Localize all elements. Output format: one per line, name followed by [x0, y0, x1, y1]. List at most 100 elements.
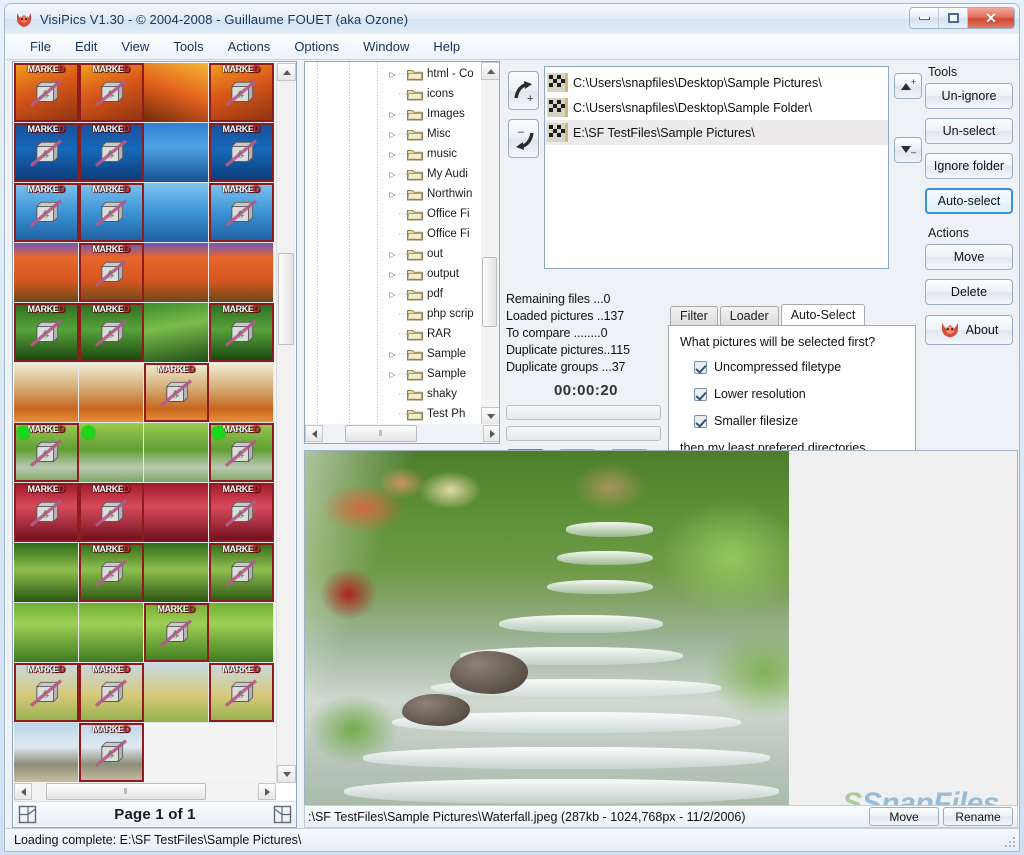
expand-arrow-icon[interactable]: ▷: [387, 150, 398, 159]
expand-arrow-icon[interactable]: ▷: [387, 290, 398, 299]
expand-arrow-icon[interactable]: ▷: [387, 370, 398, 379]
checkbox-smaller-filesize[interactable]: [694, 415, 707, 428]
option-uncompressed-filetype[interactable]: Uncompressed filetype: [694, 360, 904, 374]
remove-folder-button[interactable]: –: [508, 119, 539, 158]
tree-item[interactable]: ⋯Test Ph: [387, 404, 483, 424]
tree-item[interactable]: ⋯php scrip: [387, 304, 483, 324]
search-path-item[interactable]: C:\Users\snapfiles\Desktop\Sample Pictur…: [545, 70, 888, 95]
thumbnail-item[interactable]: MARKED: [79, 243, 144, 302]
tree-item[interactable]: ▷⋯output: [387, 264, 483, 284]
menu-actions[interactable]: Actions: [216, 36, 283, 57]
expand-arrow-icon[interactable]: ▷: [387, 130, 398, 139]
checkbox-lower-resolution[interactable]: [694, 388, 707, 401]
thumbnail-item[interactable]: MARKED: [79, 663, 144, 722]
tree-item[interactable]: ▷⋯Northwin: [387, 184, 483, 204]
expand-arrow-icon[interactable]: ▷: [387, 190, 398, 199]
tree-item-list[interactable]: ▷⋯html - Co⋯icons▷⋯Images▷⋯Misc▷⋯music▷⋯…: [387, 64, 483, 424]
thumbnail-item[interactable]: MARKED: [144, 363, 209, 422]
thumbnail-item[interactable]: MARKED: [79, 723, 144, 782]
tree-vertical-scrollbar[interactable]: [481, 62, 499, 425]
move-path-up-button[interactable]: +: [894, 73, 922, 99]
menu-tools[interactable]: Tools: [161, 36, 215, 57]
thumbnail-item[interactable]: MARKED: [79, 543, 144, 602]
tree-scroll-left-button[interactable]: [305, 425, 323, 442]
preview-move-button[interactable]: Move: [869, 807, 939, 826]
thumbnail-item[interactable]: [14, 363, 79, 422]
expand-arrow-icon[interactable]: ▷: [387, 170, 398, 179]
thumbnail-item[interactable]: [144, 123, 209, 182]
thumbnail-item[interactable]: [144, 543, 209, 602]
thumbnail-item[interactable]: [144, 663, 209, 722]
add-folder-button[interactable]: +: [508, 71, 539, 110]
scroll-right-button[interactable]: [258, 783, 276, 800]
thumbnail-item[interactable]: MARKED: [79, 303, 144, 362]
menu-help[interactable]: Help: [421, 36, 472, 57]
tab-loader[interactable]: Loader: [720, 306, 779, 325]
thumbnail-item[interactable]: [14, 723, 79, 782]
thumbnail-item[interactable]: MARKED: [209, 183, 274, 242]
menu-options[interactable]: Options: [282, 36, 351, 57]
tree-horizontal-scrollbar[interactable]: ⦀: [305, 424, 500, 443]
scrollbar-thumb[interactable]: [278, 253, 294, 345]
expand-arrow-icon[interactable]: ▷: [387, 350, 398, 359]
tree-scrollbar-thumb[interactable]: [482, 257, 497, 327]
tree-item[interactable]: ⋯icons: [387, 84, 483, 104]
maximize-button[interactable]: [939, 8, 968, 28]
tree-item[interactable]: ⋯Office Fi: [387, 224, 483, 244]
thumbnail-item[interactable]: MARKED: [14, 183, 79, 242]
folder-tree-pane[interactable]: ▷⋯html - Co⋯icons▷⋯Images▷⋯Misc▷⋯music▷⋯…: [304, 61, 500, 444]
thumbnail-item[interactable]: [144, 243, 209, 302]
thumbnail-item[interactable]: [144, 183, 209, 242]
thumbnail-item[interactable]: [79, 603, 144, 662]
expand-arrow-icon[interactable]: ▷: [387, 270, 398, 279]
search-path-item[interactable]: C:\Users\snapfiles\Desktop\Sample Folder…: [545, 95, 888, 120]
thumbnail-item[interactable]: MARKED: [209, 543, 274, 602]
menu-view[interactable]: View: [109, 36, 161, 57]
scroll-left-button[interactable]: [14, 783, 32, 800]
search-path-list[interactable]: C:\Users\snapfiles\Desktop\Sample Pictur…: [544, 66, 889, 269]
tree-item[interactable]: ▷⋯Sample: [387, 364, 483, 384]
thumbnail-item[interactable]: [14, 603, 79, 662]
expand-arrow-icon[interactable]: ▷: [387, 70, 398, 79]
thumbnail-item[interactable]: MARKED: [14, 483, 79, 542]
tab-filter[interactable]: Filter: [670, 306, 718, 325]
tree-scroll-up-button[interactable]: [481, 62, 500, 80]
thumbnail-item[interactable]: [209, 243, 274, 302]
thumbnail-item[interactable]: MARKED: [79, 183, 144, 242]
hscrollbar-thumb[interactable]: ⦀: [46, 783, 206, 800]
menu-edit[interactable]: Edit: [63, 36, 109, 57]
tree-item[interactable]: ▷⋯Misc: [387, 124, 483, 144]
minimize-button[interactable]: [910, 8, 939, 28]
thumbnail-item[interactable]: MARKED: [14, 423, 79, 482]
checkbox-uncompressed-filetype[interactable]: [694, 361, 707, 374]
about-button[interactable]: About: [925, 315, 1013, 345]
thumbnail-grid[interactable]: MARKEDMARKEDMARKEDMARKEDMARKEDMARKEDMARK…: [14, 63, 276, 783]
tree-item[interactable]: ▷⋯Images: [387, 104, 483, 124]
thumbnail-item[interactable]: [144, 423, 209, 482]
un-ignore-button[interactable]: Un-ignore: [925, 83, 1013, 109]
thumbnail-item[interactable]: [209, 363, 274, 422]
move-path-down-button[interactable]: –: [894, 137, 922, 163]
thumbnail-item[interactable]: [144, 63, 209, 122]
thumbnail-item[interactable]: MARKED: [209, 663, 274, 722]
expand-arrow-icon[interactable]: ▷: [387, 110, 398, 119]
preview-image-waterfall[interactable]: [305, 451, 789, 808]
thumbnail-item[interactable]: MARKED: [79, 483, 144, 542]
thumbnail-item[interactable]: MARKED: [209, 63, 274, 122]
thumbnail-horizontal-scrollbar[interactable]: ⦀: [14, 782, 276, 801]
tab-auto-select[interactable]: Auto-Select: [781, 304, 866, 325]
tree-item[interactable]: ▷⋯Sample: [387, 344, 483, 364]
option-lower-resolution[interactable]: Lower resolution: [694, 387, 904, 401]
tree-item[interactable]: ⋯shaky: [387, 384, 483, 404]
thumbnail-item[interactable]: [79, 363, 144, 422]
auto-select-button[interactable]: Auto-select: [925, 188, 1013, 214]
tree-scroll-down-button[interactable]: [481, 407, 500, 425]
expand-arrow-icon[interactable]: ▷: [387, 250, 398, 259]
hscroll-track[interactable]: ⦀: [32, 783, 258, 800]
delete-action-button[interactable]: Delete: [925, 279, 1013, 305]
thumbnail-item[interactable]: [144, 483, 209, 542]
close-button[interactable]: ✕: [968, 8, 1014, 28]
tree-item[interactable]: ▷⋯music: [387, 144, 483, 164]
tree-hscroll-track[interactable]: ⦀: [323, 425, 483, 442]
resize-grip-icon[interactable]: [1004, 836, 1017, 849]
